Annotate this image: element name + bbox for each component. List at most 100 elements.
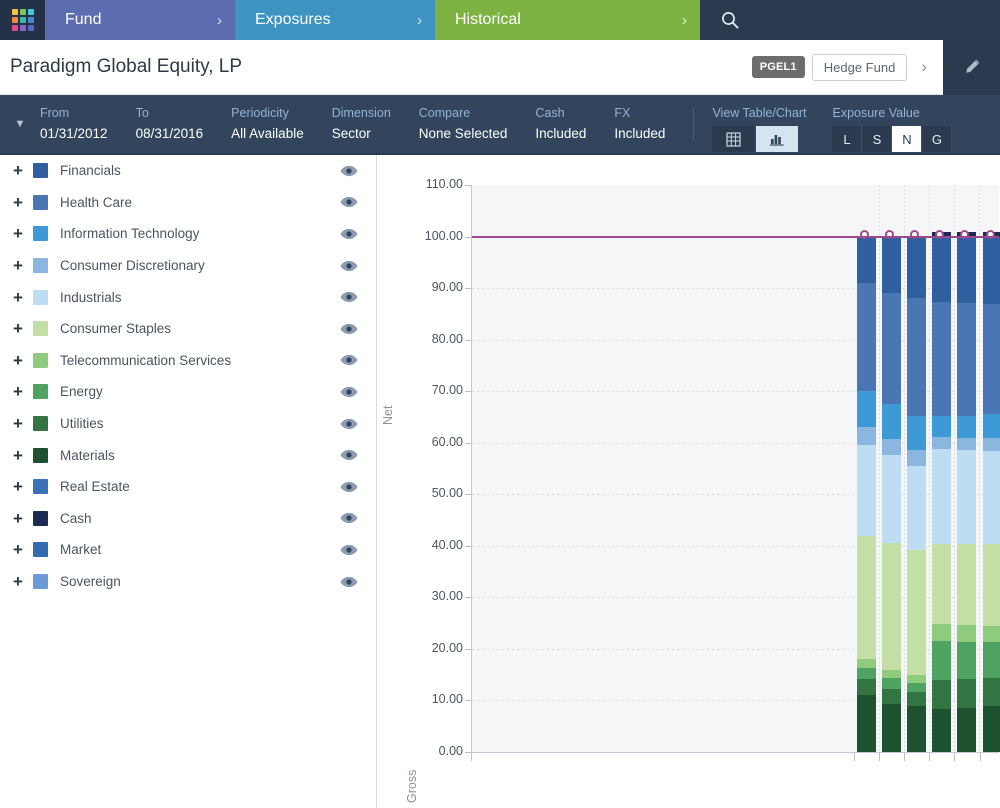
table-row[interactable]: [882, 185, 901, 752]
filter-periodicity-label: Periodicity: [231, 106, 304, 120]
eye-icon[interactable]: [340, 576, 358, 588]
breadcrumb-fund[interactable]: Fund ›: [45, 0, 235, 40]
expand-plus-icon[interactable]: +: [10, 162, 26, 179]
expand-plus-icon[interactable]: +: [10, 510, 26, 527]
legend-item-utilities[interactable]: +Utilities: [0, 408, 376, 440]
eye-icon[interactable]: [340, 481, 358, 493]
y-axis-tick-label: 30.00: [383, 589, 463, 603]
global-search-button[interactable]: [700, 0, 1000, 40]
bar-segment: [983, 414, 1000, 437]
toolbar-collapse-toggle[interactable]: ▼: [0, 95, 40, 153]
bar-segment: [907, 550, 926, 675]
expand-plus-icon[interactable]: +: [10, 320, 26, 337]
eye-icon[interactable]: [340, 544, 358, 556]
expand-plus-icon[interactable]: +: [10, 352, 26, 369]
expand-plus-icon[interactable]: +: [10, 289, 26, 306]
legend-color-swatch: [33, 195, 48, 210]
legend-item-information-technology[interactable]: + Information Technology: [0, 218, 376, 250]
filter-compare[interactable]: Compare None Selected: [419, 95, 508, 153]
legend-item-cash[interactable]: +Cash: [0, 503, 376, 535]
eye-icon[interactable]: [340, 165, 358, 177]
fund-expand-chevron-icon[interactable]: ›: [907, 57, 943, 77]
y-axis-tick-label: 50.00: [383, 486, 463, 500]
chart-view-button[interactable]: [756, 126, 798, 152]
table-row[interactable]: [983, 185, 1000, 752]
filter-to[interactable]: To 08/31/2016: [136, 95, 204, 153]
bar-segment: [983, 438, 1000, 452]
legend-item-sovereign[interactable]: +Sovereign: [0, 566, 376, 598]
legend-item-real-estate[interactable]: +Real Estate: [0, 471, 376, 503]
filter-from-value: 01/31/2012: [40, 126, 108, 141]
filter-cash-label: Cash: [535, 106, 586, 120]
bar-segment: [882, 404, 901, 439]
table-row[interactable]: [857, 185, 876, 752]
expand-plus-icon[interactable]: +: [10, 478, 26, 495]
expand-plus-icon[interactable]: +: [10, 257, 26, 274]
legend-item-market[interactable]: +Market: [0, 534, 376, 566]
edit-button[interactable]: [943, 40, 1000, 95]
expand-plus-icon[interactable]: +: [10, 447, 26, 464]
expand-plus-icon[interactable]: +: [10, 383, 26, 400]
table-row[interactable]: [932, 185, 951, 752]
legend-item-financials[interactable]: +Financials: [0, 155, 376, 187]
filter-periodicity[interactable]: Periodicity All Available: [231, 95, 304, 153]
filter-from[interactable]: From 01/31/2012: [40, 95, 108, 153]
y-axis-tick-label: 80.00: [383, 332, 463, 346]
net-exposure-marker[interactable]: [986, 230, 995, 239]
eye-icon[interactable]: [340, 323, 358, 335]
expand-plus-icon[interactable]: +: [10, 573, 26, 590]
breadcrumb-exposures[interactable]: Exposures ›: [235, 0, 435, 40]
y-axis-tick-label: 0.00: [383, 744, 463, 758]
view-toggle-group: View Table/Chart: [712, 95, 806, 153]
eye-icon[interactable]: [340, 196, 358, 208]
exposure-value-label: Exposure Value: [832, 106, 952, 120]
legend-item-health-care[interactable]: +Health Care: [0, 187, 376, 219]
net-exposure-marker[interactable]: [860, 230, 869, 239]
filter-periodicity-value: All Available: [231, 126, 304, 141]
expand-plus-icon[interactable]: +: [10, 225, 26, 242]
exposure-option-s[interactable]: S: [862, 126, 892, 152]
legend-item-energy[interactable]: +Energy: [0, 376, 376, 408]
exposure-chart[interactable]: Net Gross 0.0010.0020.0030.0040.0050.006…: [377, 155, 999, 808]
expand-plus-icon[interactable]: +: [10, 194, 26, 211]
bar-segment: [957, 450, 976, 544]
eye-icon[interactable]: [340, 291, 358, 303]
table-row[interactable]: [957, 185, 976, 752]
legend-item-label: Information Technology: [60, 226, 340, 241]
eye-icon[interactable]: [340, 228, 358, 240]
legend-item-materials[interactable]: +Materials: [0, 439, 376, 471]
eye-icon[interactable]: [340, 354, 358, 366]
eye-icon[interactable]: [340, 386, 358, 398]
fund-identifier-group: PGEL1 Hedge Fund: [752, 54, 908, 81]
exposure-option-n[interactable]: N: [892, 126, 922, 152]
exposure-option-g[interactable]: G: [922, 126, 952, 152]
legend-item-telecommunication-services[interactable]: +Telecommunication Services: [0, 345, 376, 377]
breadcrumb-fund-label: Fund: [65, 11, 101, 29]
expand-plus-icon[interactable]: +: [10, 541, 26, 558]
app-logo[interactable]: [0, 0, 45, 40]
legend-item-consumer-discretionary[interactable]: +Consumer Discretionary: [0, 250, 376, 282]
filter-compare-value: None Selected: [419, 126, 508, 141]
filter-cash[interactable]: Cash Included: [535, 95, 586, 153]
exposure-option-l[interactable]: L: [832, 126, 862, 152]
filter-fx[interactable]: FX Included: [614, 95, 665, 153]
table-view-button[interactable]: [712, 126, 754, 152]
x-axis-line: [471, 752, 999, 753]
filter-dimension[interactable]: Dimension Sector: [332, 95, 391, 153]
breadcrumb-historical[interactable]: Historical ›: [435, 0, 700, 40]
legend-color-swatch: [33, 574, 48, 589]
eye-icon[interactable]: [340, 418, 358, 430]
legend-item-industrials[interactable]: +Industrials: [0, 281, 376, 313]
fund-code-badge[interactable]: PGEL1: [752, 56, 805, 78]
legend-item-consumer-staples[interactable]: +Consumer Staples: [0, 313, 376, 345]
eye-icon[interactable]: [340, 449, 358, 461]
y-axis-tick-mark: [465, 288, 472, 289]
bar-segment: [983, 626, 1000, 642]
eye-icon[interactable]: [340, 260, 358, 272]
y-axis-line: [471, 185, 472, 761]
table-row[interactable]: [907, 185, 926, 752]
expand-plus-icon[interactable]: +: [10, 415, 26, 432]
fund-type-badge[interactable]: Hedge Fund: [812, 54, 908, 81]
eye-icon[interactable]: [340, 512, 358, 524]
bar-segment: [857, 391, 876, 427]
